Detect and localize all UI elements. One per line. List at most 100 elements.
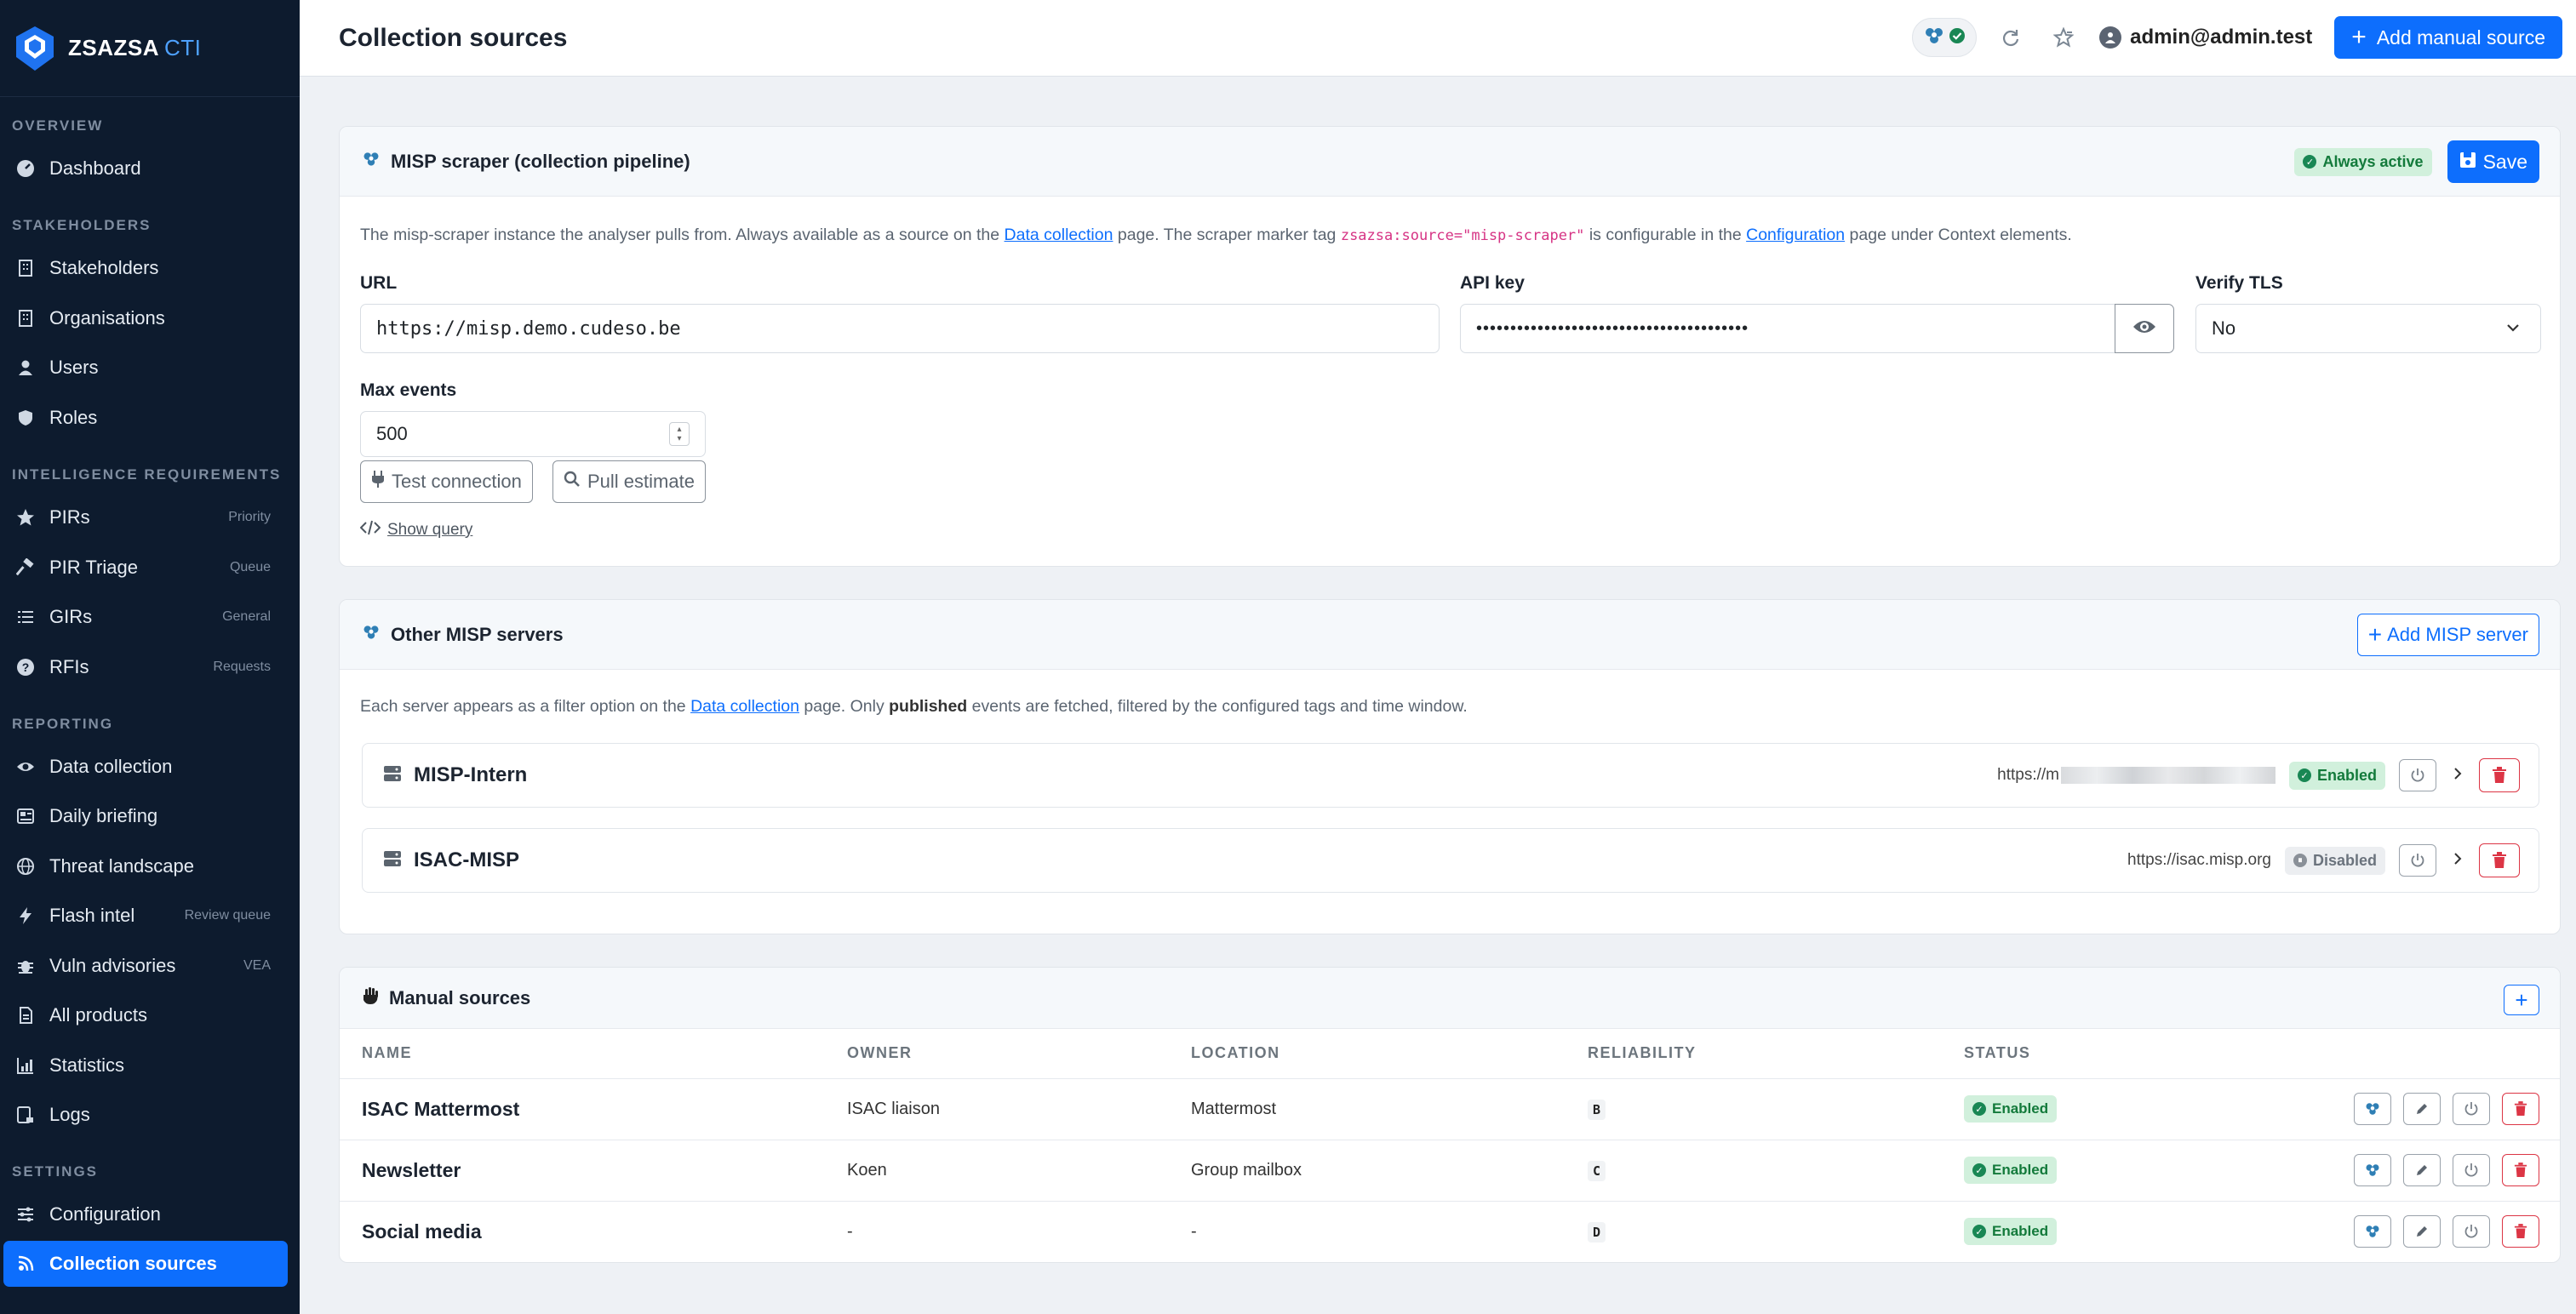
chevron-right-icon[interactable] xyxy=(2450,766,2465,786)
sidebar-item-flash-intel[interactable]: Flash intel Review queue xyxy=(0,893,300,939)
source-name: ISAC Mattermost xyxy=(340,1078,847,1140)
brand[interactable]: ZSAZSA CTI xyxy=(0,0,300,97)
misp-push-icon[interactable] xyxy=(2354,1154,2391,1186)
delete-icon[interactable] xyxy=(2502,1093,2539,1125)
edit-pencil-icon[interactable] xyxy=(2403,1154,2441,1186)
table-row[interactable]: Social media - - D ✓ Enabled xyxy=(340,1201,2560,1262)
sidebar-item-rfis[interactable]: ? RFIs Requests xyxy=(0,644,300,690)
server-url: https://m xyxy=(1997,766,2275,785)
server-icon xyxy=(383,849,402,872)
sidebar-item-daily-briefing[interactable]: Daily briefing xyxy=(0,793,300,839)
section-reporting: REPORTING xyxy=(12,716,114,732)
table-row[interactable]: ISAC Mattermost ISAC liaison Mattermost … xyxy=(340,1078,2560,1140)
reliability-badge: C xyxy=(1588,1160,1606,1181)
data-collection-link[interactable]: Data collection xyxy=(690,697,799,716)
max-events-input[interactable]: 500 ▴ ▾ xyxy=(360,411,706,457)
pull-estimate-button[interactable]: Pull estimate xyxy=(552,460,706,503)
source-name: Newsletter xyxy=(340,1140,847,1202)
connection-status-indicator[interactable] xyxy=(1912,18,1978,57)
plus-icon: + xyxy=(2367,621,2383,648)
source-location: Group mailbox xyxy=(1191,1140,1588,1202)
misp-push-icon[interactable] xyxy=(2354,1215,2391,1248)
sidebar-item-girs[interactable]: GIRs General xyxy=(0,594,300,640)
sidebar-item-data-collection[interactable]: Data collection xyxy=(0,744,300,790)
number-stepper-icon[interactable]: ▴ ▾ xyxy=(669,422,690,446)
redacted-url-blur xyxy=(2060,767,2275,784)
misp-server-row[interactable]: ISAC-MISP https://isac.misp.org ⏸ Disable… xyxy=(362,828,2539,893)
data-collection-link[interactable]: Data collection xyxy=(1005,226,1113,244)
max-events-label: Max events xyxy=(360,380,457,400)
delete-icon[interactable] xyxy=(2479,843,2520,877)
refresh-icon[interactable] xyxy=(1994,20,2028,54)
sidebar-item-users[interactable]: Users xyxy=(0,345,300,391)
sidebar-item-logs[interactable]: Logs xyxy=(0,1092,300,1138)
sidebar-item-roles[interactable]: Roles xyxy=(0,395,300,441)
always-active-badge: ✓ Always active xyxy=(2294,147,2432,176)
misp-server-row[interactable]: MISP-Intern https://m ✓ Enabled xyxy=(362,743,2539,808)
misp-status-icon xyxy=(1923,26,1945,50)
save-button[interactable]: Save xyxy=(2447,140,2539,183)
section-intel-requirements: INTELLIGENCE REQUIREMENTS xyxy=(12,466,282,483)
sidebar-item-statistics[interactable]: Statistics xyxy=(0,1043,300,1088)
sidebar-item-collection-sources[interactable]: Collection sources xyxy=(3,1241,288,1287)
delete-icon[interactable] xyxy=(2479,758,2520,792)
other-misp-description: Each server appears as a filter option o… xyxy=(360,697,1468,716)
sidebar-item-configuration[interactable]: Configuration xyxy=(0,1191,300,1237)
sidebar-item-stakeholders[interactable]: Stakeholders xyxy=(0,245,300,291)
chevron-right-icon[interactable] xyxy=(2450,851,2465,871)
eye-icon xyxy=(15,757,36,777)
shield-icon xyxy=(15,408,36,428)
chevron-down-icon xyxy=(2504,319,2522,341)
source-name: Social media xyxy=(362,1220,482,1243)
sidebar-item-dashboard[interactable]: Dashboard xyxy=(0,146,300,191)
add-manual-source-button[interactable]: + Add manual source xyxy=(2334,16,2562,59)
table-row[interactable]: Newsletter Koen Group mailbox C ✓ Enabled xyxy=(340,1140,2560,1202)
power-icon[interactable] xyxy=(2453,1154,2490,1186)
power-icon[interactable] xyxy=(2453,1215,2490,1248)
misp-icon xyxy=(362,150,381,173)
gauge-icon xyxy=(15,158,36,179)
plus-icon: + xyxy=(2351,23,2367,51)
url-input[interactable]: https://misp.demo.cudeso.be xyxy=(360,304,1440,353)
globe-icon xyxy=(15,856,36,877)
configuration-link[interactable]: Configuration xyxy=(1746,226,1845,244)
sidebar-item-threat-landscape[interactable]: Threat landscape xyxy=(0,843,300,889)
sidebar-item-all-products[interactable]: All products xyxy=(0,992,300,1038)
verify-tls-select[interactable]: No xyxy=(2195,304,2541,353)
add-misp-server-button[interactable]: + Add MISP server xyxy=(2356,614,2539,656)
bug-icon xyxy=(15,956,36,976)
delete-icon[interactable] xyxy=(2502,1154,2539,1186)
power-icon[interactable] xyxy=(2399,759,2436,791)
lightning-icon xyxy=(15,906,36,926)
power-icon[interactable] xyxy=(2453,1093,2490,1125)
document-icon xyxy=(15,1005,36,1025)
server-icon xyxy=(383,764,402,787)
sidebar-item-pir-triage[interactable]: PIR Triage Queue xyxy=(0,545,300,591)
sidebar-item-vuln-advisories[interactable]: Vuln advisories VEA xyxy=(0,943,300,989)
test-connection-button[interactable]: Test connection xyxy=(360,460,533,503)
sidebar-item-organisations[interactable]: Organisations xyxy=(0,295,300,341)
column-header-location[interactable]: LOCATION xyxy=(1191,1029,1588,1079)
misp-scraper-title: MISP scraper (collection pipeline) xyxy=(391,150,690,172)
star-icon xyxy=(15,507,36,528)
show-query-toggle[interactable]: Show query xyxy=(359,520,472,540)
delete-icon[interactable] xyxy=(2502,1215,2539,1248)
column-header-owner[interactable]: OWNER xyxy=(847,1029,1191,1079)
misp-scraper-description: The misp-scraper instance the analyser p… xyxy=(360,226,2072,244)
show-api-key-button[interactable] xyxy=(2115,304,2174,353)
api-key-input[interactable]: •••••••••••••••••••••••••••••••••••••••• xyxy=(1460,304,2115,353)
source-owner: - xyxy=(847,1221,853,1241)
column-header-reliability[interactable]: RELIABILITY xyxy=(1588,1029,1964,1079)
edit-pencil-icon[interactable] xyxy=(2403,1093,2441,1125)
user-menu[interactable]: admin@admin.test xyxy=(2099,26,2312,49)
scraper-marker-tag: zsazsa:source="misp-scraper" xyxy=(1340,227,1585,244)
column-header-name[interactable]: NAME xyxy=(340,1029,847,1079)
add-manual-source-plus-button[interactable]: + xyxy=(2504,985,2539,1015)
favorite-star-icon[interactable] xyxy=(2046,20,2081,54)
sidebar-item-pirs[interactable]: PIRs Priority xyxy=(0,494,300,540)
column-header-status[interactable]: STATUS xyxy=(1964,1029,2354,1079)
power-icon[interactable] xyxy=(2399,844,2436,877)
status-badge: ✓ Enabled xyxy=(1964,1095,2058,1123)
misp-push-icon[interactable] xyxy=(2354,1093,2391,1125)
edit-pencil-icon[interactable] xyxy=(2403,1215,2441,1248)
